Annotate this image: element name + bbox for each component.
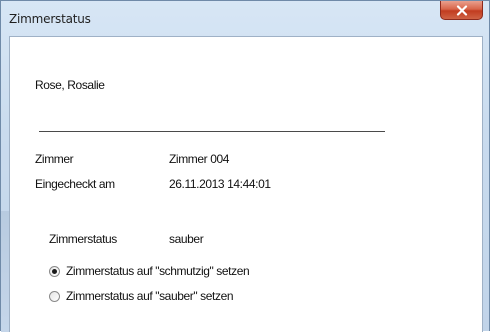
radio-unchecked-icon[interactable] bbox=[49, 291, 60, 302]
radio-label-dirty[interactable]: Zimmerstatus auf "schmutzig" setzen bbox=[66, 264, 250, 278]
radio-checked-icon[interactable] bbox=[49, 266, 60, 277]
radio-dot bbox=[52, 269, 57, 274]
title-bar[interactable]: Zimmerstatus bbox=[1, 1, 489, 36]
separator-line bbox=[39, 131, 385, 132]
status-value: sauber bbox=[169, 232, 204, 246]
guest-name: Rose, Rosalie bbox=[35, 78, 105, 92]
room-value: Zimmer 004 bbox=[169, 152, 230, 166]
dialog-window: Zimmerstatus Rose, Rosalie Zimmer Zimmer… bbox=[0, 0, 490, 332]
window-frame-edge bbox=[1, 211, 9, 332]
checkin-value: 26.11.2013 14:44:01 bbox=[169, 177, 271, 191]
close-button[interactable] bbox=[440, 1, 483, 20]
window-title: Zimmerstatus bbox=[9, 12, 91, 26]
radio-label-clean[interactable]: Zimmerstatus auf "sauber" setzen bbox=[66, 289, 234, 303]
checkin-label: Eingecheckt am bbox=[35, 177, 115, 191]
close-icon bbox=[456, 4, 467, 16]
room-label: Zimmer bbox=[35, 152, 74, 166]
status-label: Zimmerstatus bbox=[49, 232, 117, 246]
